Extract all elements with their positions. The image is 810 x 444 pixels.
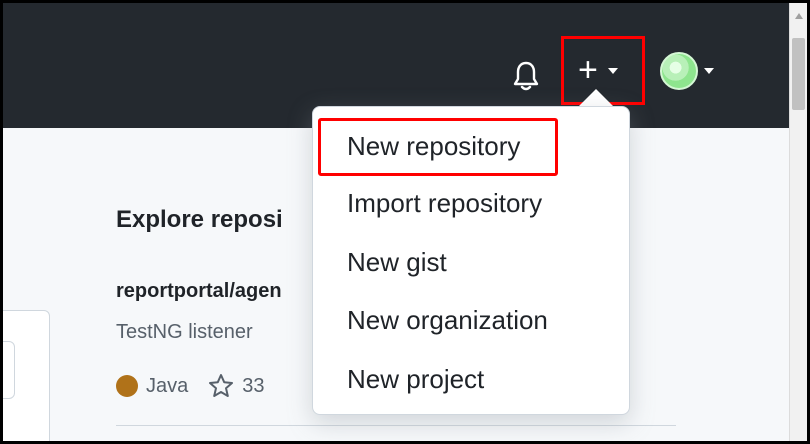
scrollbar-thumb[interactable] — [792, 38, 805, 110]
language-color-dot — [116, 375, 138, 397]
divider — [116, 425, 676, 426]
caret-down-icon — [704, 68, 714, 74]
plus-icon: + — [578, 50, 598, 89]
repository-link[interactable]: reportportal/agen — [116, 280, 282, 303]
menu-item-new-organization[interactable]: New organization — [347, 305, 548, 335]
new-repository-highlight — [318, 118, 558, 176]
caret-down-icon — [607, 68, 618, 74]
repository-meta: Java 33 — [116, 373, 265, 399]
menu-item-new-project[interactable]: New project — [347, 364, 484, 394]
star-icon[interactable] — [208, 373, 234, 399]
menu-item-import-repository[interactable]: Import repository — [347, 188, 542, 218]
notifications-button[interactable] — [511, 60, 541, 92]
side-panel-inner-box — [3, 341, 15, 399]
create-new-toggle[interactable]: + — [568, 51, 638, 91]
star-count: 33 — [242, 374, 265, 397]
menu-item-new-gist[interactable]: New gist — [347, 247, 447, 277]
user-menu-toggle[interactable] — [660, 50, 730, 92]
avatar — [660, 52, 698, 90]
repository-language: Java — [146, 374, 189, 397]
bell-icon — [513, 61, 539, 91]
explore-repositories-title: Explore reposi — [116, 206, 283, 233]
repository-description: TestNG listener — [116, 321, 253, 343]
scroll-up-arrow-icon[interactable] — [795, 13, 803, 19]
dropdown-pointer — [579, 89, 613, 106]
vertical-scrollbar[interactable] — [789, 3, 807, 441]
screenshot-frame: + Explore reposi reportportal/agen TestN… — [0, 0, 810, 444]
